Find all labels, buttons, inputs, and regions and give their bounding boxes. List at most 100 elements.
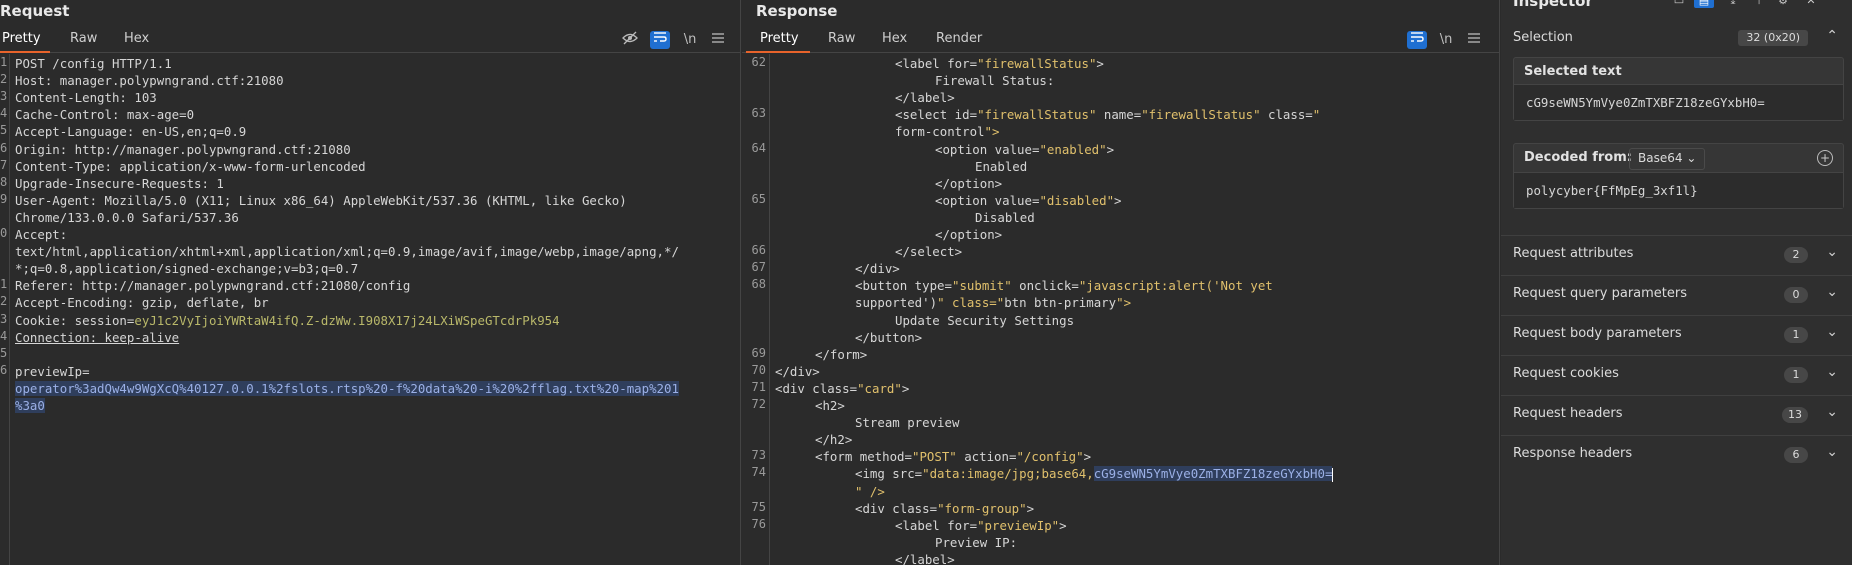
attr-value: "submit": [951, 278, 1012, 294]
response-line: <img src="data:image/jpg;base64,cG9seWN5…: [855, 466, 1334, 482]
decoding-format-value: Base64: [1638, 151, 1683, 165]
add-icon[interactable]: +: [1817, 150, 1833, 166]
settings-icon[interactable]: ⚙: [1773, 0, 1793, 8]
attr-value: "disabled": [1039, 192, 1115, 208]
section-response-headers[interactable]: Response headers 6 ⌄: [1501, 435, 1852, 473]
response-line: </label>: [895, 90, 955, 106]
menu-icon[interactable]: [1464, 31, 1484, 49]
download-icon[interactable]: ⤓: [1723, 0, 1743, 8]
chevron-down-icon[interactable]: ⌄: [1826, 284, 1838, 300]
response-line: <label for="previewIp">: [895, 517, 1067, 533]
line-number: 73: [751, 448, 766, 463]
response-title: Response: [756, 2, 838, 20]
chevron-down-icon[interactable]: ⌄: [1826, 444, 1838, 460]
section-request-attributes[interactable]: Request attributes 2 ⌄: [1501, 235, 1852, 273]
section-request-headers[interactable]: Request headers 13 ⌄: [1501, 395, 1852, 433]
tab-pretty[interactable]: Pretty: [760, 31, 799, 46]
attr-value: " />: [855, 483, 885, 499]
line-number: 74: [751, 465, 766, 480]
wrap-lines-icon[interactable]: [1407, 31, 1427, 49]
line-number: 1: [0, 277, 8, 292]
request-editor[interactable]: 1 2 3 4 5 6 7 8 9 0 1 2 3 4 5 6 POST /config HTTP/1.1 Ho…: [0, 54, 740, 565]
line-number: 6: [0, 362, 8, 377]
attr-value: ">: [984, 124, 1000, 140]
attr-value: "javascript:alert('Not yet: [1078, 278, 1273, 294]
response-line: Preview IP:: [935, 534, 1018, 550]
response-line: supported')" class="btn btn-primary">: [855, 295, 1132, 311]
chevron-up-icon[interactable]: ⌃: [1826, 28, 1838, 44]
active-tab-indicator: [0, 51, 50, 53]
tab-raw[interactable]: Raw: [70, 31, 97, 46]
response-line: Stream preview: [855, 415, 960, 431]
selected-text-label: Selected text: [1524, 64, 1622, 79]
request-line: Accept:: [15, 227, 68, 242]
tab-pretty[interactable]: Pretty: [2, 31, 41, 46]
decoding-format-select[interactable]: Base64 ⌄: [1629, 148, 1706, 170]
selected-text-value[interactable]: cG9seWN5YmVye0ZmTXBFZ18zeGYxbH0=: [1514, 84, 1843, 120]
response-line: <select id="firewallStatus" name="firewa…: [895, 107, 1321, 123]
chevron-down-icon[interactable]: ⌄: [1826, 364, 1838, 380]
line-number-gutter: 62 63 64 65 66 67 68 69 70 71 72 73 74 75 76: [742, 54, 770, 565]
response-line: " />: [855, 483, 885, 500]
selection-row[interactable]: Selection 32 (0x20) ⌃: [1501, 21, 1852, 55]
section-label: Request cookies: [1513, 366, 1619, 381]
response-line: <option value="disabled">: [935, 192, 1122, 208]
section-count-badge: 6: [1784, 447, 1808, 463]
line-number: 2: [0, 72, 8, 87]
section-request-query-parameters[interactable]: Request query parameters 0 ⌄: [1501, 275, 1852, 313]
section-count-badge: 0: [1784, 287, 1808, 303]
attr-value: "firewallStatus": [1141, 107, 1261, 123]
line-number: 63: [751, 106, 766, 121]
line-number: 66: [751, 243, 766, 258]
response-editor[interactable]: 62 63 64 65 66 67 68 69 70 71 72 73 74 75 76 <label fo…: [742, 54, 1499, 565]
line-number: 9: [0, 191, 8, 206]
request-title: Request: [0, 2, 70, 20]
response-line: </div>: [855, 261, 900, 277]
close-icon[interactable]: ✕: [1801, 0, 1821, 8]
response-line: <label for="firewallStatus">: [895, 56, 1104, 71]
eye-off-icon[interactable]: [620, 31, 640, 49]
request-line: Content-Length: 103: [15, 90, 157, 106]
response-line: Disabled: [975, 209, 1035, 225]
chevron-down-icon[interactable]: ⌄: [1826, 324, 1838, 340]
tab-hex[interactable]: Hex: [124, 31, 149, 46]
request-panel: Request Pretty Raw Hex \n 1 2 3 4 5 6 7 8 9 0 1 2 3 4…: [0, 0, 741, 565]
wrap-lines-icon[interactable]: [650, 31, 670, 49]
response-panel: Response Pretty Raw Hex Render \n 62 63 64…: [742, 0, 1500, 565]
request-line: Chrome/133.0.0.0 Safari/537.36: [15, 209, 239, 225]
request-line: *;q=0.8,application/signed-exchange;v=b3…: [15, 261, 359, 277]
menu-icon[interactable]: [708, 31, 728, 49]
decoded-text-value[interactable]: polycyber{FfMpEg_3xf1l}: [1514, 172, 1843, 208]
response-line: </h2>: [815, 432, 853, 448]
line-number: 7: [0, 157, 8, 172]
layout-split-icon[interactable]: ▤: [1694, 0, 1714, 8]
attr-value: "POST": [911, 449, 957, 465]
tab-render[interactable]: Render: [936, 31, 982, 46]
selected-text: cG9seWN5YmVye0ZmTXBFZ18zeGYxbH0=: [1093, 466, 1333, 482]
line-number: 4: [0, 106, 8, 121]
response-line: </label>: [895, 551, 955, 565]
decoded-from-label: Decoded from:: [1524, 150, 1632, 165]
tab-raw[interactable]: Raw: [828, 31, 855, 46]
line-number: 0: [0, 226, 8, 240]
selected-text: %3a0: [15, 398, 45, 413]
layout-icon[interactable]: ▭: [1669, 0, 1689, 8]
line-number: 4: [0, 328, 8, 343]
newline-toggle[interactable]: \n: [1436, 31, 1456, 49]
attr-value: "previewIp": [977, 517, 1060, 533]
response-line: </div>: [775, 363, 820, 379]
line-number: 62: [751, 55, 766, 69]
request-line: Upgrade-Insecure-Requests: 1: [15, 175, 224, 191]
section-request-cookies[interactable]: Request cookies 1 ⌄: [1501, 355, 1852, 393]
newline-toggle[interactable]: \n: [680, 31, 700, 49]
response-line: form-control">: [895, 124, 1000, 140]
line-number: 2: [0, 294, 8, 309]
chevron-down-icon[interactable]: ⌄: [1826, 404, 1838, 420]
section-label: Response headers: [1513, 446, 1633, 461]
chevron-down-icon[interactable]: ⌄: [1826, 244, 1838, 260]
upload-icon[interactable]: ⤒: [1749, 0, 1769, 8]
section-request-body-parameters[interactable]: Request body parameters 1 ⌄: [1501, 315, 1852, 353]
tab-hex[interactable]: Hex: [882, 31, 907, 46]
attr-value: "enabled": [1039, 141, 1107, 157]
line-number: 64: [751, 140, 766, 155]
